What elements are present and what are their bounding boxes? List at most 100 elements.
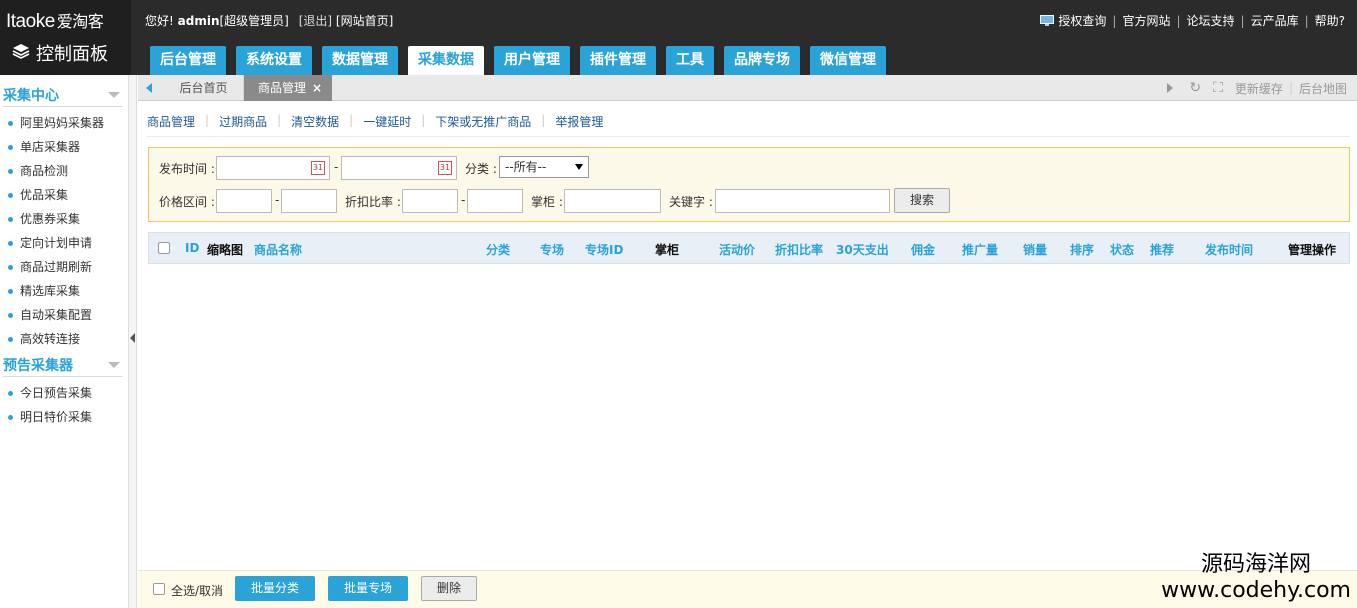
select-all-label[interactable]: 全选/取消 <box>171 582 223 599</box>
top-link-license[interactable]: 授权查询 <box>1058 12 1106 29</box>
scroll-right-icon[interactable] <box>1167 83 1174 93</box>
col-promotion[interactable]: 推广量 <box>962 241 998 258</box>
tab-home[interactable]: 后台首页 <box>164 75 244 101</box>
col-id[interactable]: ID <box>185 241 199 255</box>
sidebar-group-title: 预告采集器 <box>3 357 73 374</box>
nav-tab-users[interactable]: 用户管理 <box>494 46 570 75</box>
top-link-help[interactable]: 帮助? <box>1315 12 1345 29</box>
nav-tab-collect[interactable]: 采集数据 <box>408 46 484 75</box>
sidebar-item[interactable]: 自动采集配置 <box>0 303 128 327</box>
sidebar-item-label: 自动采集配置 <box>20 308 93 322</box>
subnav-delay[interactable]: 一键延时 <box>363 113 411 130</box>
nav-tab-brand[interactable]: 品牌专场 <box>724 46 800 75</box>
col-product-name[interactable]: 商品名称 <box>254 241 302 258</box>
sidebar-item-label: 阿里妈妈采集器 <box>20 116 105 130</box>
chevron-down-icon[interactable] <box>108 361 120 368</box>
sidebar-item[interactable]: 今日预告采集 <box>0 381 128 405</box>
sidebar-collapse-handle[interactable] <box>129 75 137 608</box>
keyword-input[interactable] <box>715 189 890 213</box>
nav-tab-settings[interactable]: 系统设置 <box>236 46 312 75</box>
bullet-icon <box>8 240 13 246</box>
col-commission[interactable]: 佣金 <box>911 241 935 258</box>
welcome-bar: 您好! admin[超级管理员] [退出] [网站首页] <box>145 12 393 29</box>
subnav-products[interactable]: 商品管理 <box>147 113 195 130</box>
price-max-input[interactable] <box>281 189 337 213</box>
batch-category-button[interactable]: 批量分类 <box>235 576 315 601</box>
username: admin <box>177 14 220 28</box>
sidebar: 采集中心 阿里妈妈采集器 单店采集器 商品检测 优品采集 优惠券采集 定向计划申… <box>0 75 129 608</box>
sidebar-item[interactable]: 优品采集 <box>0 183 128 207</box>
sidebar-item[interactable]: 定向计划申请 <box>0 231 128 255</box>
col-category[interactable]: 分类 <box>486 241 510 258</box>
filter-panel: 发布时间 : 31 - 31 分类 : --所有-- 价格区间 : - 折扣比率… <box>148 147 1350 222</box>
col-price[interactable]: 活动价 <box>719 241 755 258</box>
select-all-checkbox[interactable] <box>158 242 170 254</box>
nav-tab-plugins[interactable]: 插件管理 <box>580 46 656 75</box>
sidebar-item[interactable]: 阿里妈妈采集器 <box>0 111 128 135</box>
scroll-left-icon[interactable] <box>146 83 152 93</box>
col-discount[interactable]: 折扣比率 <box>775 241 823 258</box>
sidebar-item[interactable]: 商品过期刷新 <box>0 255 128 279</box>
subnav-clear[interactable]: 清空数据 <box>291 113 339 130</box>
logout-link[interactable]: [退出] <box>299 14 332 28</box>
category-label: 分类 : <box>465 162 497 176</box>
top-links: 授权查询 | 官方网站 | 论坛支持 | 云产品库 | 帮助? <box>1040 12 1345 29</box>
top-link-forum[interactable]: 论坛支持 <box>1187 12 1235 29</box>
tab-product-management[interactable]: 商品管理 × <box>244 75 332 101</box>
discount-max-input[interactable] <box>467 189 523 213</box>
nav-tab-admin[interactable]: 后台管理 <box>150 46 226 75</box>
site-home-link[interactable]: [网站首页] <box>336 14 393 28</box>
nav-tab-data[interactable]: 数据管理 <box>322 46 398 75</box>
batch-special-button[interactable]: 批量专场 <box>328 576 408 601</box>
col-shop: 掌柜 <box>655 243 680 257</box>
bottom-select-all-checkbox[interactable] <box>153 583 165 595</box>
discount-min-input[interactable] <box>402 189 458 213</box>
col-recommend[interactable]: 推荐 <box>1150 241 1174 258</box>
keyword-label: 关键字 : <box>669 195 713 209</box>
col-special-id[interactable]: 专场ID <box>585 241 623 258</box>
refresh-cache-button[interactable]: 更新缓存 <box>1235 80 1283 97</box>
refresh-icon[interactable]: ↻ <box>1189 80 1201 96</box>
subnav-expired[interactable]: 过期商品 <box>219 113 267 130</box>
watermark-line2: www.codehy.com <box>1161 578 1351 603</box>
sidebar-item[interactable]: 优惠券采集 <box>0 207 128 231</box>
sidebar-item-label: 精选库采集 <box>20 284 81 298</box>
category-select[interactable]: --所有-- <box>499 156 589 178</box>
sidebar-item[interactable]: 单店采集器 <box>0 135 128 159</box>
delete-button[interactable]: 删除 <box>421 576 477 601</box>
search-button[interactable]: 搜索 <box>894 188 950 213</box>
col-sort[interactable]: 排序 <box>1070 241 1094 258</box>
publish-time-start-input[interactable]: 31 <box>216 156 330 180</box>
chevron-down-icon[interactable] <box>108 91 120 98</box>
control-panel-title[interactable]: 控制面板 <box>12 40 108 66</box>
col-publish-time[interactable]: 发布时间 <box>1205 241 1253 258</box>
subnav-reports[interactable]: 举报管理 <box>555 113 603 130</box>
sidebar-group-collect[interactable]: 采集中心 <box>3 83 123 107</box>
publish-time-end-input[interactable]: 31 <box>341 156 457 180</box>
subnav-offshelf[interactable]: 下架或无推广商品 <box>435 113 531 130</box>
col-30day-spend[interactable]: 30天支出 <box>836 241 889 258</box>
sidebar-item[interactable]: 高效转连接 <box>0 327 128 351</box>
sidebar-item[interactable]: 商品检测 <box>0 159 128 183</box>
calendar-icon[interactable]: 31 <box>311 161 325 175</box>
close-icon[interactable]: × <box>312 81 322 95</box>
col-status[interactable]: 状态 <box>1110 241 1134 258</box>
price-min-input[interactable] <box>216 189 272 213</box>
bullet-icon <box>8 144 13 150</box>
top-link-cloud[interactable]: 云产品库 <box>1251 12 1299 29</box>
sidebar-group-preview[interactable]: 预告采集器 <box>3 353 123 377</box>
price-range-label: 价格区间 : <box>159 195 215 209</box>
sidebar-item[interactable]: 精选库采集 <box>0 279 128 303</box>
top-link-official[interactable]: 官方网站 <box>1122 12 1170 29</box>
shop-input[interactable] <box>564 189 661 213</box>
site-map-button[interactable]: 后台地图 <box>1299 80 1347 97</box>
calendar-icon[interactable]: 31 <box>438 161 452 175</box>
fullscreen-icon[interactable]: ⛶ <box>1213 80 1223 96</box>
col-sales[interactable]: 销量 <box>1023 241 1047 258</box>
col-special[interactable]: 专场 <box>540 241 564 258</box>
brand-name-cn: 爱淘客 <box>56 14 104 31</box>
nav-tab-tools[interactable]: 工具 <box>666 46 714 75</box>
bullet-icon <box>8 312 13 318</box>
nav-tab-wechat[interactable]: 微信管理 <box>810 46 886 75</box>
sidebar-item[interactable]: 明日特价采集 <box>0 405 128 429</box>
